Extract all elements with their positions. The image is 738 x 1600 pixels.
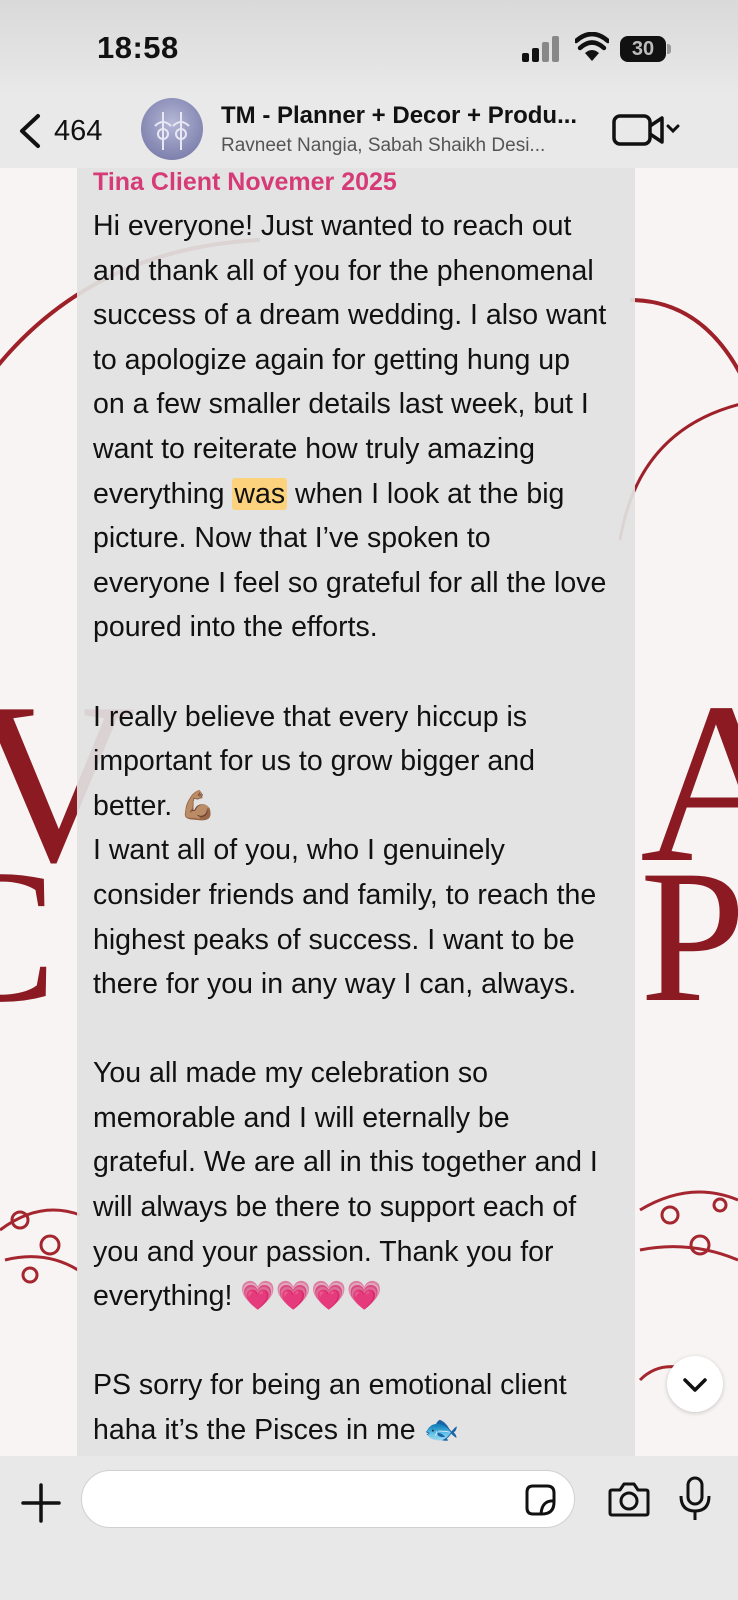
message-line: You all made my celebration so <box>93 1057 489 1090</box>
message-line <box>93 1319 631 1364</box>
back-chevron-icon <box>20 114 40 148</box>
message-line: there for you in any way I can, always. <box>93 968 577 1001</box>
message-line: to apologize again for getting hung up <box>93 343 570 376</box>
message-line: I really believe that every hiccup is <box>93 700 528 733</box>
camera-icon <box>608 1482 650 1517</box>
message-input[interactable] <box>81 1470 575 1528</box>
message-line: everything was when I look at the big <box>93 472 631 517</box>
message-line: memorable and I will eternally be <box>93 1101 510 1134</box>
message-line: everything! 💗💗💗💗 <box>93 1280 383 1313</box>
message-line: you and your passion. Thank you for <box>93 1235 554 1268</box>
microphone-button[interactable] <box>678 1476 712 1522</box>
video-camera-icon <box>612 114 680 146</box>
group-title[interactable]: TM - Planner + Decor + Produ... <box>221 102 596 130</box>
sticker-button[interactable] <box>522 1482 558 1518</box>
message-text-segment: when I look at the big <box>287 477 565 510</box>
message-line: picture. Now that I’ve spoken to <box>93 522 491 555</box>
status-time: 18:58 <box>97 30 179 65</box>
cellular-signal-icon <box>522 36 562 62</box>
camera-button[interactable] <box>608 1480 650 1518</box>
message-text-segment: everything <box>93 477 233 510</box>
message-line: success of a dream wedding. I also want <box>93 299 607 332</box>
message-line: want to reiterate how truly amazing <box>93 432 535 465</box>
message-line: haha it’s the Pisces in me 🐟 <box>93 1414 460 1447</box>
message-line <box>93 650 631 695</box>
message-line: consider friends and family, to reach th… <box>93 878 597 911</box>
message-line: Hi everyone! Just wanted to reach out <box>93 210 572 242</box>
message-line: important for us to grow bigger and <box>93 745 535 778</box>
message-line: highest peaks of success. I want to be <box>93 923 575 956</box>
battery-icon: 30 <box>620 36 672 62</box>
microphone-icon <box>679 1476 711 1520</box>
message-line: PS sorry for being an emotional client <box>93 1369 567 1402</box>
message-composer <box>0 1456 738 1600</box>
sender-name[interactable]: Tina Client Novemer 2025 <box>93 168 397 197</box>
message-line: better. 💪🏽 <box>93 789 216 822</box>
attach-button[interactable] <box>20 1482 62 1524</box>
plus-icon <box>21 1483 61 1523</box>
chat-header: 464 TM - Planner + Decor + Produ... Ravn… <box>0 96 738 168</box>
message-bubble[interactable]: Tina Client Novemer 2025 Hi everyone! Ju… <box>77 168 635 1456</box>
group-avatar[interactable] <box>141 98 203 160</box>
battery-level: 30 <box>631 38 655 60</box>
video-call-button[interactable] <box>612 112 684 148</box>
chevron-down-icon <box>683 1378 707 1392</box>
message-line: poured into the efforts. <box>93 611 378 644</box>
message-line: will always be there to support each of <box>93 1191 577 1224</box>
back-button[interactable]: 464 <box>16 104 102 158</box>
status-bar: 18:58 30 <box>0 0 738 96</box>
message-line <box>93 1007 631 1052</box>
message-line: grateful. We are all in this together an… <box>93 1146 598 1179</box>
svg-text:PI: PI <box>640 832 738 1042</box>
sticker-icon <box>525 1484 556 1516</box>
message-text[interactable]: Hi everyone! Just wanted to reach out and… <box>93 204 631 1453</box>
message-line: I want all of you, who I genuinely <box>93 834 505 867</box>
svg-text:C: C <box>0 832 57 1042</box>
unread-count: 464 <box>54 114 103 147</box>
message-line: everyone I feel so grateful for all the … <box>93 566 607 599</box>
wifi-icon <box>573 31 611 62</box>
group-members[interactable]: Ravneet Nangia, Sabah Shaikh Desi... <box>221 135 596 157</box>
search-highlight: was <box>232 477 288 510</box>
message-line: on a few smaller details last week, but … <box>93 388 589 421</box>
message-line: and thank all of you for the phenomenal <box>93 254 594 287</box>
scroll-to-bottom-button[interactable] <box>667 1356 723 1412</box>
